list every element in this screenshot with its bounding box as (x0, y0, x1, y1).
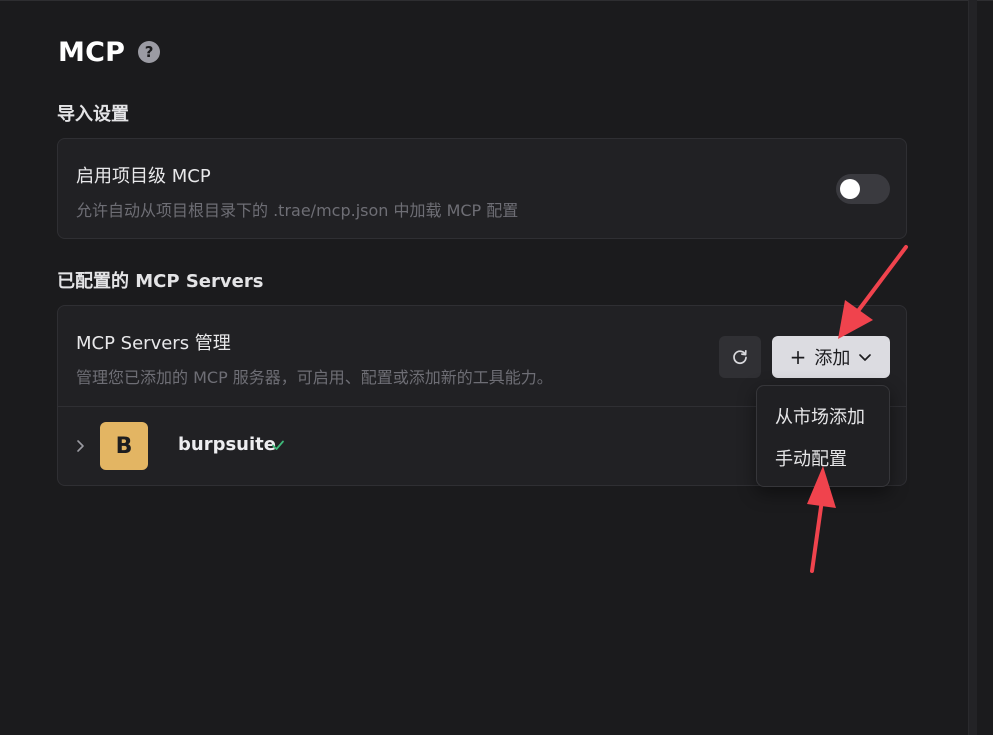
page-header: MCP ? (58, 34, 161, 70)
mcp-servers-manager-title: MCP Servers 管理 (76, 333, 231, 354)
mcp-settings-page: MCP ? 导入设置 启用项目级 MCP 允许自动从项目根目录下的 .trae/… (0, 0, 993, 735)
server-name: burpsuite (178, 434, 276, 455)
project-mcp-toggle[interactable] (836, 174, 890, 204)
import-settings-heading: 导入设置 (57, 104, 129, 125)
refresh-icon (733, 349, 747, 364)
add-dropdown-menu: 从市场添加 手动配置 (756, 385, 890, 487)
toggle-knob (840, 179, 860, 199)
help-icon[interactable]: ? (138, 41, 161, 63)
check-icon (272, 440, 284, 450)
server-avatar: B (100, 422, 148, 470)
mcp-servers-manager-description: 管理您已添加的 MCP 服务器，可启用、配置或添加新的工具能力。 (76, 368, 553, 387)
project-mcp-card: 启用项目级 MCP 允许自动从项目根目录下的 .trae/mcp.json 中加… (57, 138, 907, 239)
chevron-right-icon[interactable] (74, 437, 86, 455)
project-mcp-description: 允许自动从项目根目录下的 .trae/mcp.json 中加载 MCP 配置 (76, 201, 519, 220)
add-server-button[interactable]: + 添加 (772, 336, 890, 378)
configured-servers-heading: 已配置的 MCP Servers (57, 271, 264, 292)
top-border (0, 0, 993, 1)
refresh-button[interactable] (719, 336, 761, 378)
scrollbar-track[interactable] (968, 0, 977, 735)
menu-item-manual-config[interactable]: 手动配置 (775, 445, 847, 471)
menu-item-add-from-market[interactable]: 从市场添加 (775, 403, 865, 429)
project-mcp-title: 启用项目级 MCP (76, 166, 211, 187)
plus-icon: + (789, 345, 807, 369)
page-title: MCP (58, 36, 126, 68)
add-button-label: 添加 (814, 348, 851, 369)
chevron-down-icon (858, 352, 872, 362)
